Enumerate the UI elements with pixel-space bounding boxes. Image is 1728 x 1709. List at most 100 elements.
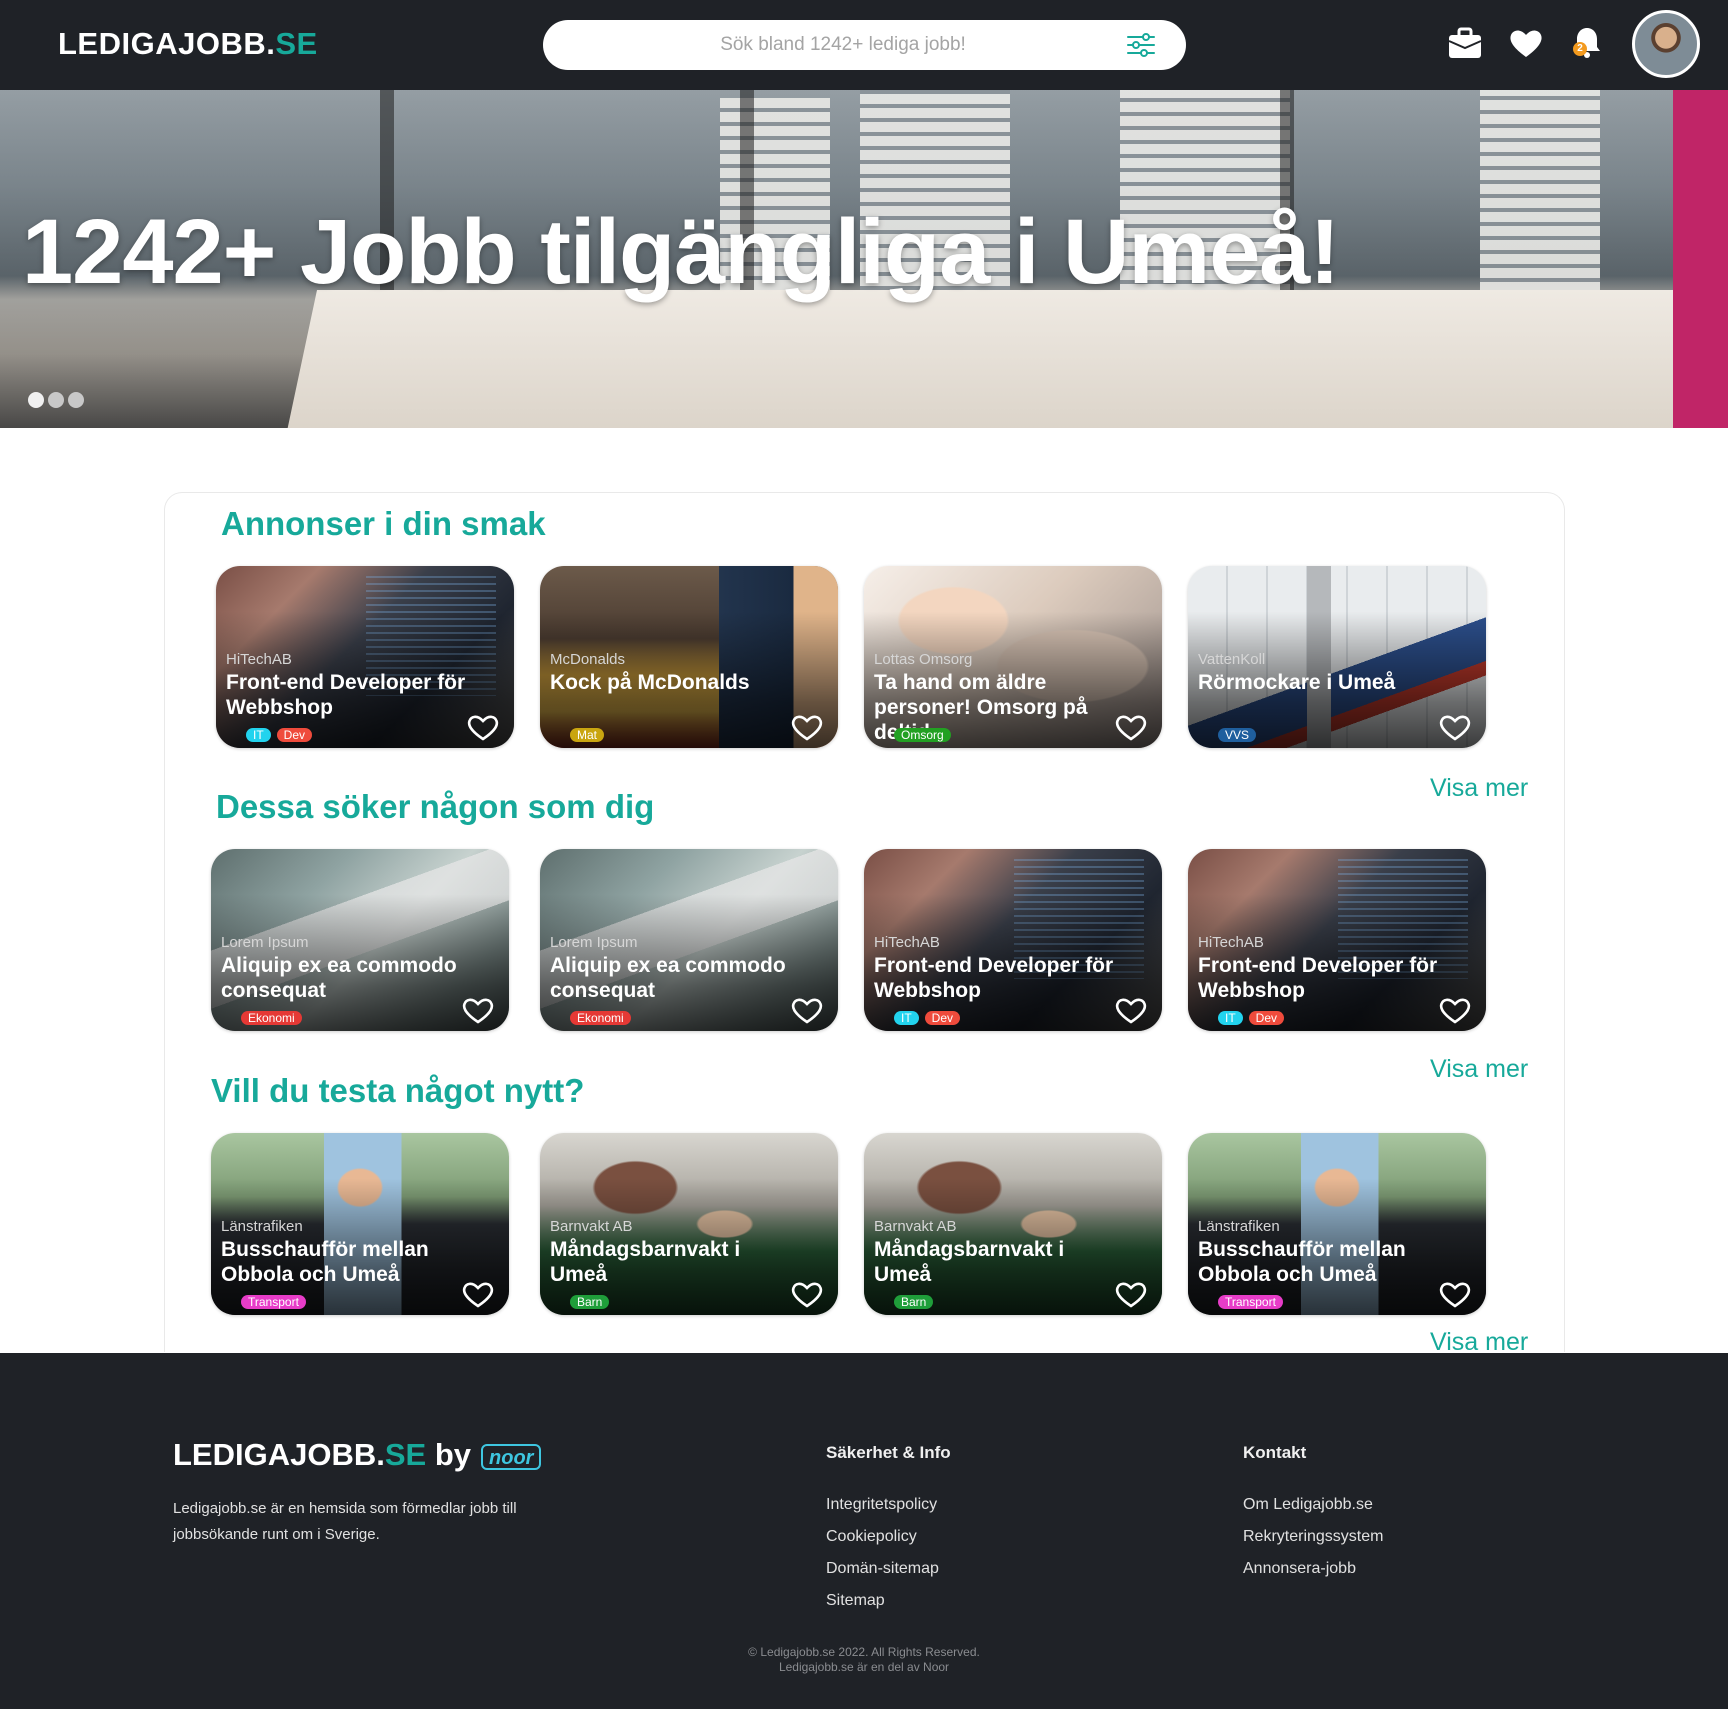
job-card-company: Lorem Ipsum [221, 934, 309, 951]
job-card-title: Busschaufför mellan Obbola och Umeå [1198, 1238, 1406, 1286]
job-card-tags: Mat [570, 728, 610, 742]
job-card-company: HiTechAB [874, 934, 940, 951]
top-header: LEDIGAJOBB.SE 2 [0, 0, 1728, 90]
category-tag[interactable]: Transport [241, 1295, 306, 1309]
job-card-company: VattenKoll [1198, 651, 1266, 668]
footer-description: Ledigajobb.se är en hemsida som förmedla… [173, 1500, 517, 1543]
job-card-tags: IT Dev [1218, 1011, 1290, 1025]
job-card-title: Front-end Developer för Webbshop [226, 671, 466, 719]
visa-mer-taste[interactable]: Visa mer [1430, 774, 1528, 803]
visa-mer-matching[interactable]: Visa mer [1430, 1055, 1528, 1084]
job-card-tags: Transport [1218, 1295, 1289, 1309]
job-card-tags: IT Dev [894, 1011, 966, 1025]
carousel-dot-2[interactable] [48, 392, 64, 408]
job-card-company: Barnvakt AB [550, 1218, 633, 1235]
footer-logo[interactable]: LEDIGAJOBB.SE by noor [173, 1437, 542, 1473]
category-tag[interactable]: Ekonomi [570, 1011, 631, 1025]
section-title-taste: Annonser i din smak [221, 505, 546, 542]
favorite-heart-icon[interactable] [466, 712, 500, 742]
category-tag[interactable]: Ekonomi [241, 1011, 302, 1025]
job-card[interactable]: VattenKoll Rörmockare i Umeå VVS [1188, 566, 1486, 748]
job-card-tags: Transport [241, 1295, 312, 1309]
carousel-dots [28, 392, 88, 410]
footer-link-sitemap[interactable]: Sitemap [826, 1592, 885, 1610]
favorite-heart-icon[interactable] [461, 1279, 495, 1309]
footer-link-annonsera[interactable]: Annonsera-jobb [1243, 1560, 1356, 1578]
job-card-title: Front-end Developer för Webbshop [1198, 954, 1438, 1002]
search-input[interactable] [573, 20, 1113, 70]
job-card-company: Länstrafiken [221, 1218, 303, 1235]
favorite-heart-icon[interactable] [1438, 1279, 1472, 1309]
category-tag[interactable]: Barn [894, 1295, 934, 1309]
job-card[interactable]: Barnvakt AB Måndagsbarnvakt i Umeå Barn [540, 1133, 838, 1315]
category-tag[interactable]: IT [894, 1011, 919, 1025]
job-card-title: Måndagsbarnvakt i Umeå [550, 1238, 741, 1286]
footer: LEDIGAJOBB.SE by noor Ledigajobb.se är en… [0, 1353, 1728, 1709]
briefcase-icon[interactable] [1446, 24, 1484, 62]
footer-link-om[interactable]: Om Ledigajobb.se [1243, 1496, 1373, 1514]
job-card-title: Rörmockare i Umeå [1198, 671, 1396, 694]
job-card-title: Aliquip ex ea commodo consequat [221, 954, 457, 1002]
favorite-heart-icon[interactable] [790, 995, 824, 1025]
category-tag[interactable]: Transport [1218, 1295, 1283, 1309]
job-card-company: Barnvakt AB [874, 1218, 957, 1235]
footer-link-integritetspolicy[interactable]: Integritetspolicy [826, 1496, 937, 1514]
footer-link-doman-sitemap[interactable]: Domän-sitemap [826, 1560, 939, 1578]
category-tag[interactable]: IT [1218, 1011, 1243, 1025]
job-card-title: Måndagsbarnvakt i Umeå [874, 1238, 1065, 1286]
job-card[interactable]: Lottas Omsorg Ta hand om äldre personer! … [864, 566, 1162, 748]
category-tag[interactable]: Dev [276, 728, 313, 742]
job-card-company: Lorem Ipsum [550, 934, 638, 951]
section-title-new: Vill du testa något nytt? [211, 1072, 585, 1109]
heart-icon[interactable] [1507, 24, 1545, 62]
job-card-company: Lottas Omsorg [874, 651, 973, 668]
avatar[interactable] [1632, 10, 1700, 78]
carousel-dot-1[interactable] [28, 392, 44, 408]
favorite-heart-icon[interactable] [1114, 712, 1148, 742]
favorite-heart-icon[interactable] [790, 712, 824, 742]
job-card[interactable]: Lorem Ipsum Aliquip ex ea commodo consequ… [211, 849, 509, 1031]
section-title-matching: Dessa söker någon som dig [216, 788, 655, 825]
job-card[interactable]: Länstrafiken Busschaufför mellan Obbola o… [211, 1133, 509, 1315]
job-card[interactable]: Länstrafiken Busschaufför mellan Obbola o… [1188, 1133, 1486, 1315]
job-card[interactable]: HiTechAB Front-end Developer för Webbshop… [1188, 849, 1486, 1031]
job-card-tags: Barn [894, 1295, 939, 1309]
job-card[interactable]: HiTechAB Front-end Developer för Webbshop… [864, 849, 1162, 1031]
noor-logo[interactable]: noor [481, 1443, 542, 1470]
hero-banner: 1242+ Jobb tilgängliga i Umeå! [0, 90, 1728, 428]
search-bar [543, 20, 1186, 70]
job-card-tags: VVS [1218, 728, 1262, 742]
job-card-company: HiTechAB [226, 651, 292, 668]
sub-copyright: Ledigajobb.se är en del av Noor [778, 1660, 950, 1674]
favorite-heart-icon[interactable] [1438, 995, 1472, 1025]
footer-link-cookiepolicy[interactable]: Cookiepolicy [826, 1528, 917, 1546]
job-card-tags: Ekonomi [241, 1011, 308, 1025]
category-tag[interactable]: Mat [570, 728, 605, 742]
job-card-title: Busschaufför mellan Obbola och Umeå [221, 1238, 429, 1286]
job-card[interactable]: Lorem Ipsum Aliquip ex ea commodo consequ… [540, 849, 838, 1031]
job-card-tags: Ekonomi [570, 1011, 637, 1025]
favorite-heart-icon[interactable] [461, 995, 495, 1025]
job-card[interactable]: Barnvakt AB Måndagsbarnvakt i Umeå Barn [864, 1133, 1162, 1315]
footer-link-rekrytering[interactable]: Rekryteringssystem [1243, 1528, 1383, 1546]
filter-icon[interactable] [1126, 32, 1156, 58]
favorite-heart-icon[interactable] [1114, 1279, 1148, 1309]
job-card-company: McDonalds [550, 651, 626, 668]
hero-headline: 1242+ Jobb tilgängliga i Umeå! [22, 201, 1340, 303]
job-card-tags: Omsorg [894, 728, 957, 742]
favorite-heart-icon[interactable] [1438, 712, 1472, 742]
bell-icon[interactable] [1568, 24, 1606, 62]
footer-heading-info: Säkerhet & Info [826, 1443, 951, 1462]
favorite-heart-icon[interactable] [1114, 995, 1148, 1025]
favorite-heart-icon[interactable] [790, 1279, 824, 1309]
category-tag[interactable]: Omsorg [894, 728, 951, 742]
category-tag[interactable]: Dev [1248, 1011, 1285, 1025]
category-tag[interactable]: VVS [1218, 728, 1257, 742]
category-tag[interactable]: IT [246, 728, 271, 742]
job-card[interactable]: HiTechAB Front-end Developer för Webbshop… [216, 566, 514, 748]
category-tag[interactable]: Barn [570, 1295, 610, 1309]
job-card[interactable]: McDonalds Kock på McDonalds Mat [540, 566, 838, 748]
site-logo[interactable]: LEDIGAJOBB.SE [58, 26, 318, 62]
carousel-dot-3[interactable] [68, 392, 84, 408]
category-tag[interactable]: Dev [924, 1011, 961, 1025]
